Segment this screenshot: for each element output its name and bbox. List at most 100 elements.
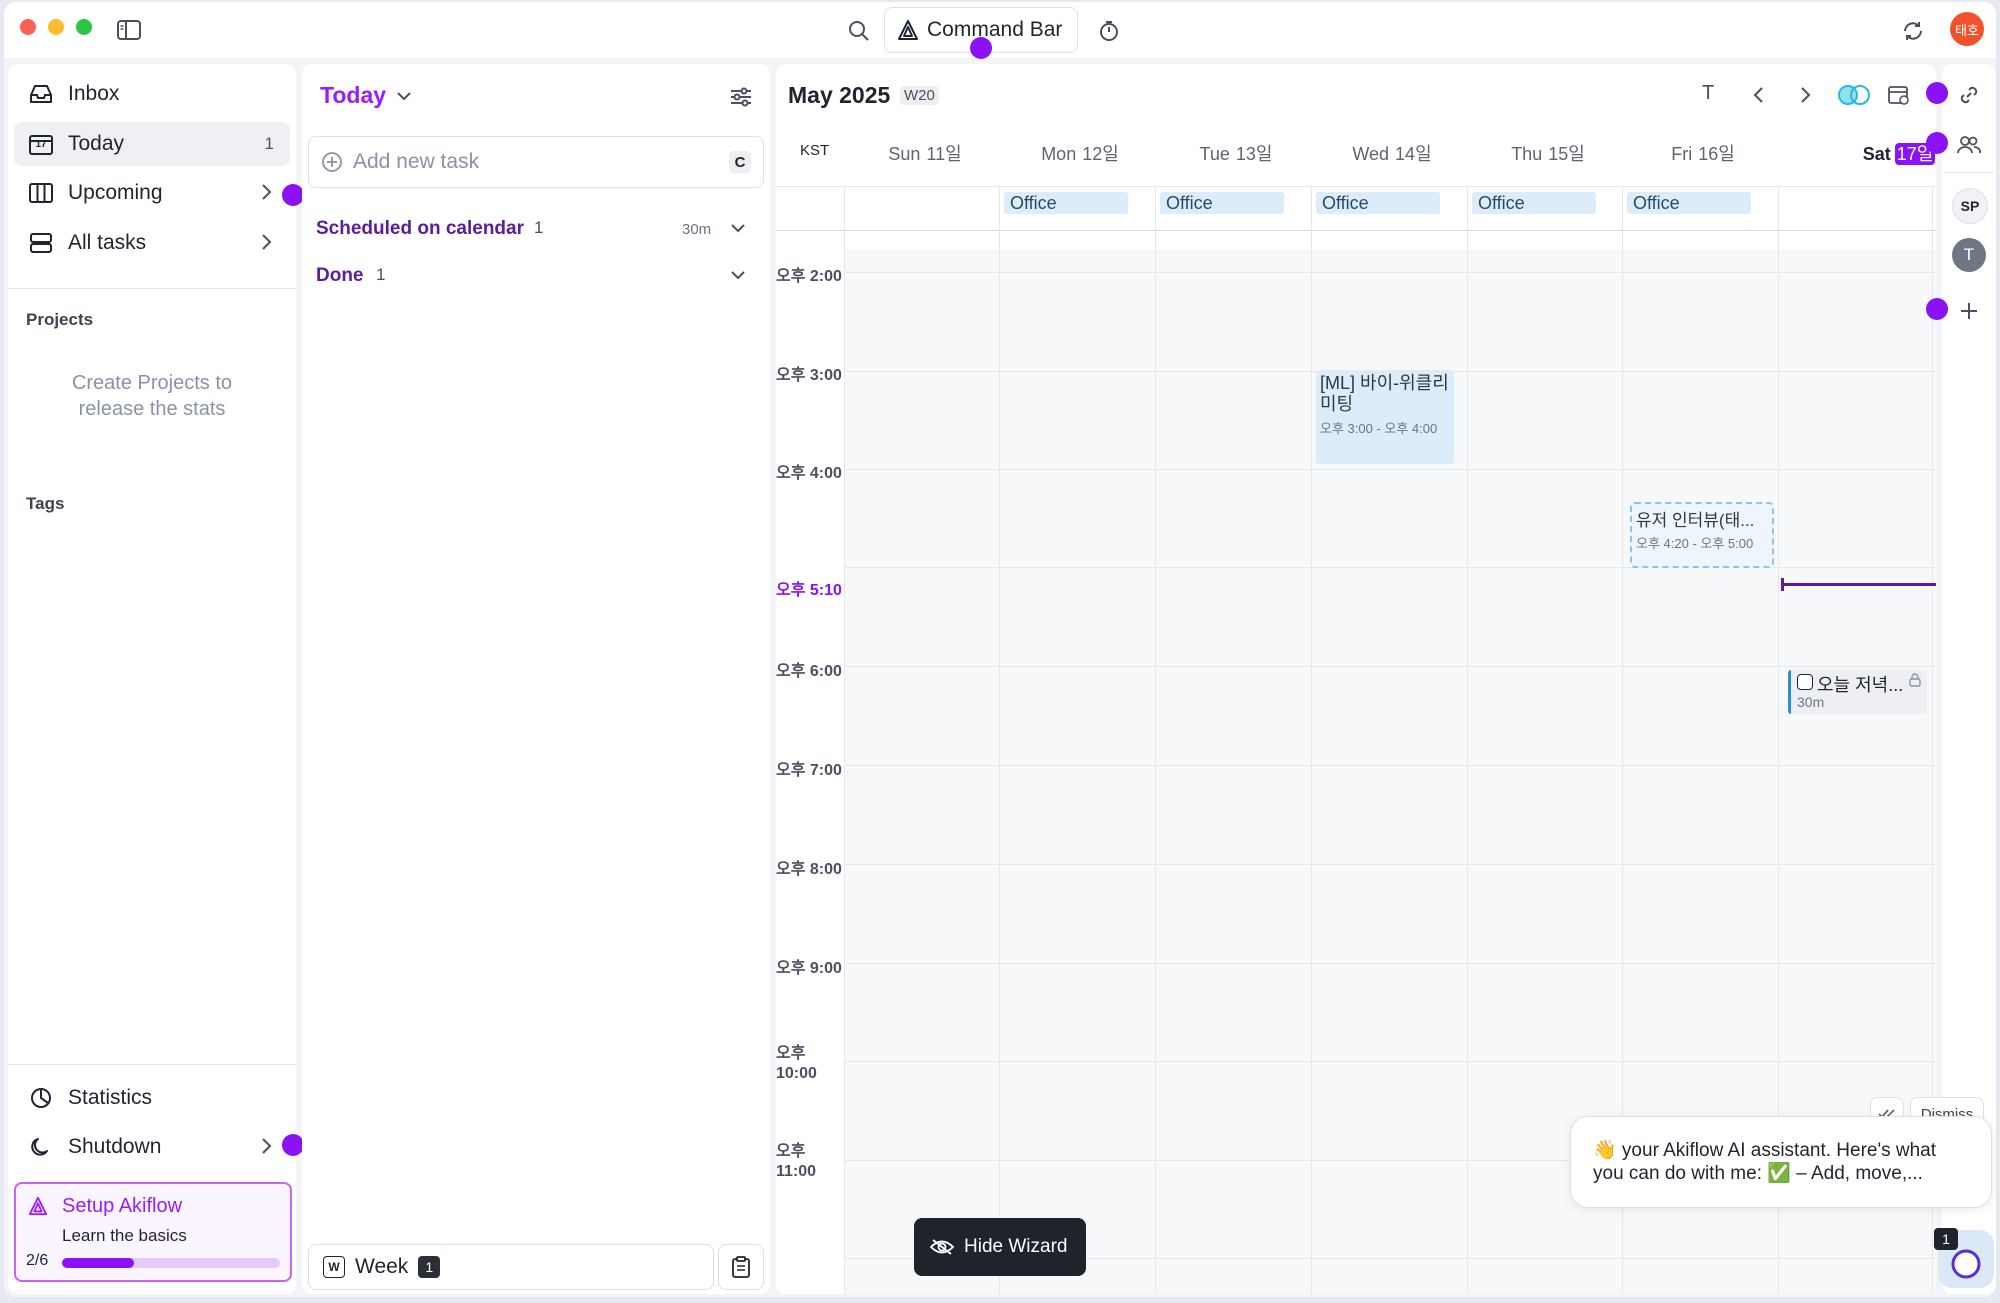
timer-icon[interactable] — [1094, 16, 1124, 46]
day-number: 15일 — [1548, 144, 1585, 164]
chevron-down-icon — [730, 269, 746, 281]
group-count: 1 — [376, 265, 386, 284]
today-count: 1 — [264, 134, 274, 153]
assistant-message: 👋 your Akiflow AI assistant. Here's what… — [1593, 1140, 1937, 1184]
all-day-event[interactable]: Office — [1316, 192, 1440, 214]
onboarding-hotspot[interactable] — [970, 37, 992, 59]
divider — [8, 1064, 296, 1065]
sidebar-item-all-tasks[interactable]: All tasks — [14, 221, 290, 265]
all-day-event[interactable]: Office — [1004, 192, 1128, 214]
add-task-input[interactable]: Add new task C — [308, 136, 764, 188]
sidebar-item-shutdown[interactable]: Shutdown — [14, 1125, 290, 1169]
event-title: 유저 인터뷰(태... — [1636, 511, 1755, 530]
day-header[interactable]: Sun 11일 — [848, 140, 1002, 166]
setup-progress-track — [62, 1258, 280, 1268]
toggle-overlap-icon[interactable] — [1834, 80, 1874, 110]
sidebar-toggle-icon[interactable] — [114, 16, 144, 44]
onboarding-hotspot[interactable] — [282, 1134, 304, 1156]
grid-hour-line — [844, 469, 1936, 470]
sidebar-item-upcoming[interactable]: Upcoming — [14, 171, 290, 215]
tags-heading: Tags — [26, 494, 65, 513]
chevron-down-icon — [396, 90, 412, 102]
sidebar-item-label: Shutdown — [68, 1135, 162, 1158]
calendar-event[interactable]: [ML] 바이-위클리 미팅 오후 3:00 - 오후 4:00 — [1316, 370, 1454, 464]
time-label: 오후 11:00 — [776, 1143, 817, 1180]
event-title: 오늘 저녁... — [1817, 675, 1904, 695]
all-day-event[interactable]: Office — [1160, 192, 1284, 214]
day-header[interactable]: Thu 15일 — [1471, 140, 1625, 166]
task-event[interactable]: 오늘 저녁... 30m — [1788, 670, 1927, 714]
all-day-event[interactable]: Office — [1472, 192, 1596, 214]
pie-chart-icon — [28, 1085, 54, 1111]
sidebar-item-today[interactable]: 17 Today 1 — [14, 122, 290, 166]
calendar-account-avatar[interactable]: SP — [1952, 188, 1988, 224]
day-name: Tue — [1199, 144, 1230, 164]
task-list-panel: Today Add new task C Scheduled on calend… — [302, 64, 770, 1294]
calendar-settings-icon[interactable] — [1884, 80, 1914, 110]
sidebar-item-inbox[interactable]: Inbox — [14, 72, 290, 116]
day-header[interactable]: Fri 16일 — [1626, 140, 1780, 166]
sidebar-item-label: Inbox — [68, 82, 120, 105]
filter-sliders-icon[interactable] — [726, 82, 756, 112]
close-window-button[interactable] — [20, 19, 36, 35]
chevron-down-icon — [730, 222, 746, 234]
assistant-ring-icon — [1950, 1248, 1982, 1280]
chevron-right-icon — [260, 183, 272, 201]
day-name: Thu — [1511, 144, 1543, 164]
today-view-dropdown[interactable]: Today — [320, 82, 412, 109]
setup-akiflow-card[interactable]: Setup Akiflow Learn the basics 2/6 — [14, 1182, 292, 1282]
task-checkbox[interactable] — [1797, 674, 1813, 690]
user-avatar[interactable]: 태호 — [1950, 12, 1984, 46]
sync-icon[interactable] — [1898, 16, 1928, 46]
day-header[interactable]: Mon 12일 — [1003, 140, 1157, 166]
sidebar-item-statistics[interactable]: Statistics — [14, 1076, 290, 1120]
group-label: Done — [316, 265, 364, 286]
assistant-badge: 1 — [1934, 1228, 1958, 1250]
ai-assistant-popup[interactable]: 👋 your Akiflow AI assistant. Here's what… — [1570, 1116, 1992, 1208]
shortcut-key: C — [729, 151, 751, 173]
time-label: 오후 7:00 — [776, 762, 842, 779]
onboarding-hotspot[interactable] — [1926, 132, 1948, 154]
day-number: 16일 — [1698, 144, 1735, 164]
chevron-left-icon[interactable] — [1744, 80, 1774, 110]
calendar-account-avatar[interactable]: T — [1952, 238, 1986, 272]
setup-title: Setup Akiflow — [62, 1195, 183, 1217]
people-icon[interactable] — [1954, 130, 1984, 160]
group-done[interactable]: Done 1 — [316, 259, 756, 293]
day-name: Sun — [888, 144, 921, 164]
week-number-badge: W20 — [900, 86, 939, 105]
current-time-marker — [1781, 578, 1784, 591]
day-header[interactable]: Tue 13일 — [1159, 140, 1313, 166]
setup-progress-fill — [62, 1258, 134, 1268]
onboarding-hotspot[interactable] — [1926, 298, 1948, 320]
link-icon[interactable] — [1954, 80, 1984, 110]
columns-icon — [28, 180, 54, 206]
plus-circle-icon — [321, 151, 343, 173]
week-view-button[interactable]: W Week 1 — [308, 1244, 714, 1290]
divider — [776, 186, 1936, 187]
stack-icon — [28, 230, 54, 256]
day-header[interactable]: Wed 14일 — [1315, 140, 1469, 166]
onboarding-hotspot[interactable] — [1926, 82, 1948, 104]
onboarding-hotspot[interactable] — [282, 184, 304, 206]
sidebar-item-label: All tasks — [68, 231, 147, 254]
hide-wizard-button[interactable]: Hide Wizard — [914, 1218, 1086, 1276]
grid-column-line — [999, 186, 1000, 1294]
zoom-window-button[interactable] — [76, 19, 92, 35]
group-scheduled-on-calendar[interactable]: Scheduled on calendar 1 30m — [316, 212, 756, 246]
plus-icon[interactable] — [1954, 296, 1984, 326]
calendar-event-tentative[interactable]: 유저 인터뷰(태... 오후 4:20 - 오후 5:00 — [1630, 502, 1774, 568]
search-icon[interactable] — [844, 16, 874, 46]
today-jump-button[interactable]: T — [1702, 82, 1714, 105]
projects-heading: Projects — [26, 310, 94, 329]
today-date-number: 17 — [35, 139, 47, 150]
day-name: Mon — [1041, 144, 1077, 164]
day-number: 13일 — [1235, 144, 1273, 164]
clipboard-icon[interactable] — [718, 1244, 764, 1290]
add-task-placeholder: Add new task — [353, 150, 480, 173]
all-day-event[interactable]: Office — [1627, 192, 1751, 214]
event-duration: 30m — [1797, 694, 1825, 710]
minimize-window-button[interactable] — [48, 19, 64, 35]
inbox-icon — [28, 81, 54, 107]
chevron-right-icon[interactable] — [1790, 80, 1820, 110]
